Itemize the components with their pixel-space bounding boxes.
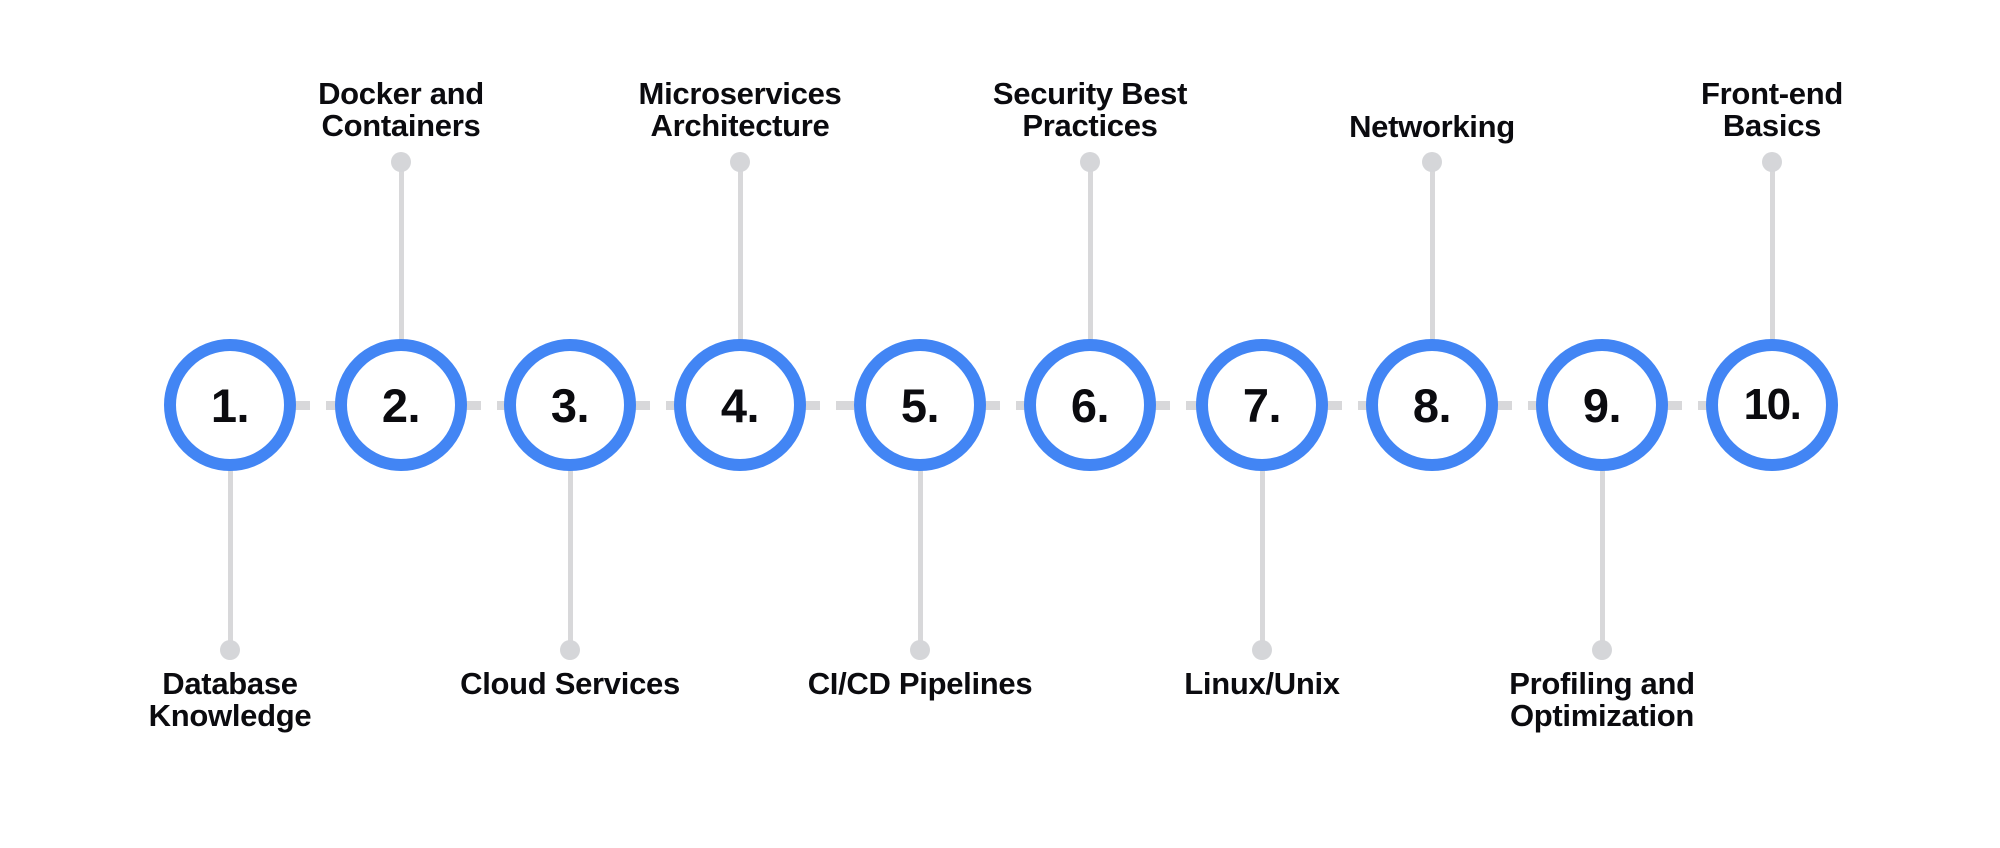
connector-dot-7 — [1252, 640, 1272, 660]
connector-stem-7 — [1260, 469, 1265, 650]
step-number-4: 4. — [720, 378, 760, 432]
step-number-9: 9. — [1582, 378, 1622, 432]
connector-stem-3 — [568, 469, 573, 650]
connector-stem-1 — [228, 469, 233, 650]
step-number-6: 6. — [1070, 378, 1110, 432]
connector-dot-8 — [1422, 152, 1442, 172]
connector-dot-2 — [391, 152, 411, 172]
step-label-7: Linux/Unix — [1184, 666, 1340, 701]
connector-dot-1 — [220, 640, 240, 660]
connector-dot-10 — [1762, 152, 1782, 172]
step-label-5: CI/CD Pipelines — [807, 666, 1033, 701]
step-node-4[interactable]: 4. — [674, 339, 806, 471]
connector-stem-2 — [399, 162, 404, 341]
connector-stem-10 — [1770, 162, 1775, 341]
connector-stem-9 — [1600, 469, 1605, 650]
connector-stem-8 — [1430, 162, 1435, 341]
connector-stem-5 — [918, 469, 923, 650]
connector-dot-4 — [730, 152, 750, 172]
step-node-7[interactable]: 7. — [1196, 339, 1328, 471]
step-node-5[interactable]: 5. — [854, 339, 986, 471]
connector-rail — [1152, 401, 1200, 410]
step-number-10: 10. — [1743, 380, 1802, 429]
step-node-6[interactable]: 6. — [1024, 339, 1156, 471]
step-number-7: 7. — [1242, 378, 1282, 432]
connector-rail — [632, 401, 678, 410]
step-label-4: Microservices Architecture — [638, 76, 842, 144]
step-label-9: Profiling and Optimization — [1509, 666, 1695, 734]
step-label-3: Cloud Services — [460, 666, 680, 701]
step-node-9[interactable]: 9. — [1536, 339, 1668, 471]
step-number-3: 3. — [550, 378, 590, 432]
connector-rail — [1494, 401, 1540, 410]
step-node-3[interactable]: 3. — [504, 339, 636, 471]
step-node-8[interactable]: 8. — [1366, 339, 1498, 471]
step-node-1[interactable]: 1. — [164, 339, 296, 471]
step-number-2: 2. — [381, 378, 421, 432]
connector-rail — [802, 401, 858, 410]
step-label-8: Networking — [1349, 109, 1515, 144]
step-label-10: Front-end Basics — [1701, 76, 1843, 144]
step-number-1: 1. — [210, 378, 250, 432]
connector-dot-9 — [1592, 640, 1612, 660]
connector-stem-4 — [738, 162, 743, 341]
step-node-2[interactable]: 2. — [335, 339, 467, 471]
step-label-2: Docker and Containers — [318, 76, 484, 144]
connector-dot-5 — [910, 640, 930, 660]
connector-dot-3 — [560, 640, 580, 660]
connector-rail — [1664, 401, 1710, 410]
step-label-6: Security Best Practices — [992, 76, 1188, 144]
connector-stem-6 — [1088, 162, 1093, 341]
step-label-1: Database Knowledge — [148, 666, 312, 734]
step-number-5: 5. — [900, 378, 940, 432]
step-number-8: 8. — [1412, 378, 1452, 432]
connector-rail — [463, 401, 508, 410]
step-node-10[interactable]: 10. — [1706, 339, 1838, 471]
connector-rail — [292, 401, 339, 410]
connector-rail — [982, 401, 1028, 410]
connector-rail — [1324, 401, 1370, 410]
connector-dot-6 — [1080, 152, 1100, 172]
timeline-diagram: 1. 2. 3. 4. 5. 6. 7. 8. 9. 10. Database Knowledge… — [0, 0, 2000, 848]
